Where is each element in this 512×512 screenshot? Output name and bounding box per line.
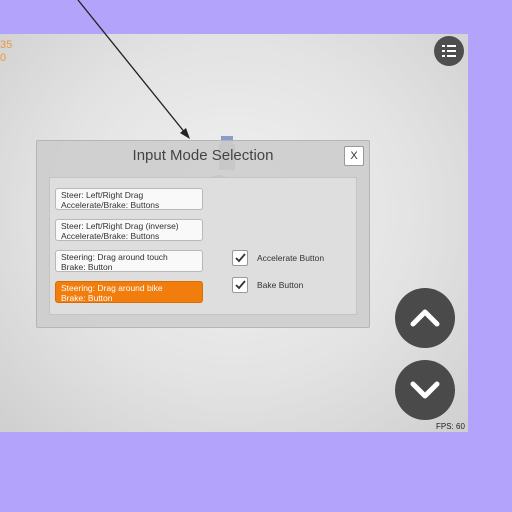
accelerate-button-toggle[interactable]: Accelerate Button — [232, 250, 324, 266]
dialog-title: Input Mode Selection — [132, 147, 274, 164]
fps-counter: FPS: 60 — [436, 422, 465, 431]
option-line-2: Brake: Button — [61, 293, 113, 303]
option-steer-drag-inverse[interactable]: Steer: Left/Right Drag (inverse) Acceler… — [55, 219, 203, 241]
checkbox[interactable] — [232, 277, 248, 293]
option-line-2: Accelerate/Brake: Buttons — [61, 231, 160, 241]
option-line-2: Accelerate/Brake: Buttons — [61, 200, 160, 210]
option-line-1: Steer: Left/Right Drag (inverse) — [61, 221, 179, 231]
option-line-1: Steering: Drag around bike — [61, 283, 163, 293]
menu-button[interactable] — [434, 36, 464, 66]
options-panel: Steer: Left/Right Drag Accelerate/Brake:… — [49, 177, 357, 315]
checkbox-label: Accelerate Button — [257, 253, 325, 263]
brake-down-button[interactable] — [395, 360, 455, 420]
list-icon — [442, 45, 456, 57]
checkbox[interactable] — [232, 250, 248, 266]
hud-counter: 35 0 — [0, 39, 13, 64]
option-drag-around-touch[interactable]: Steering: Drag around touch Brake: Butto… — [55, 250, 203, 272]
check-icon — [234, 280, 246, 290]
input-mode-dialog: Input Mode Selection X Steer: Left/Right… — [36, 140, 370, 328]
chevron-up-icon — [410, 309, 440, 327]
close-button[interactable]: X — [344, 146, 364, 166]
option-line-2: Brake: Button — [61, 262, 113, 272]
bake-button-toggle[interactable]: Bake Button — [232, 277, 303, 293]
option-line-1: Steer: Left/Right Drag — [61, 190, 144, 200]
check-icon — [234, 253, 246, 263]
option-line-1: Steering: Drag around touch — [61, 252, 168, 262]
checkbox-label: Bake Button — [257, 280, 304, 290]
chevron-down-icon — [410, 381, 440, 399]
accelerate-up-button[interactable] — [395, 288, 455, 348]
option-steer-drag[interactable]: Steer: Left/Right Drag Accelerate/Brake:… — [55, 188, 203, 210]
option-drag-around-bike[interactable]: Steering: Drag around bike Brake: Button — [55, 281, 203, 303]
